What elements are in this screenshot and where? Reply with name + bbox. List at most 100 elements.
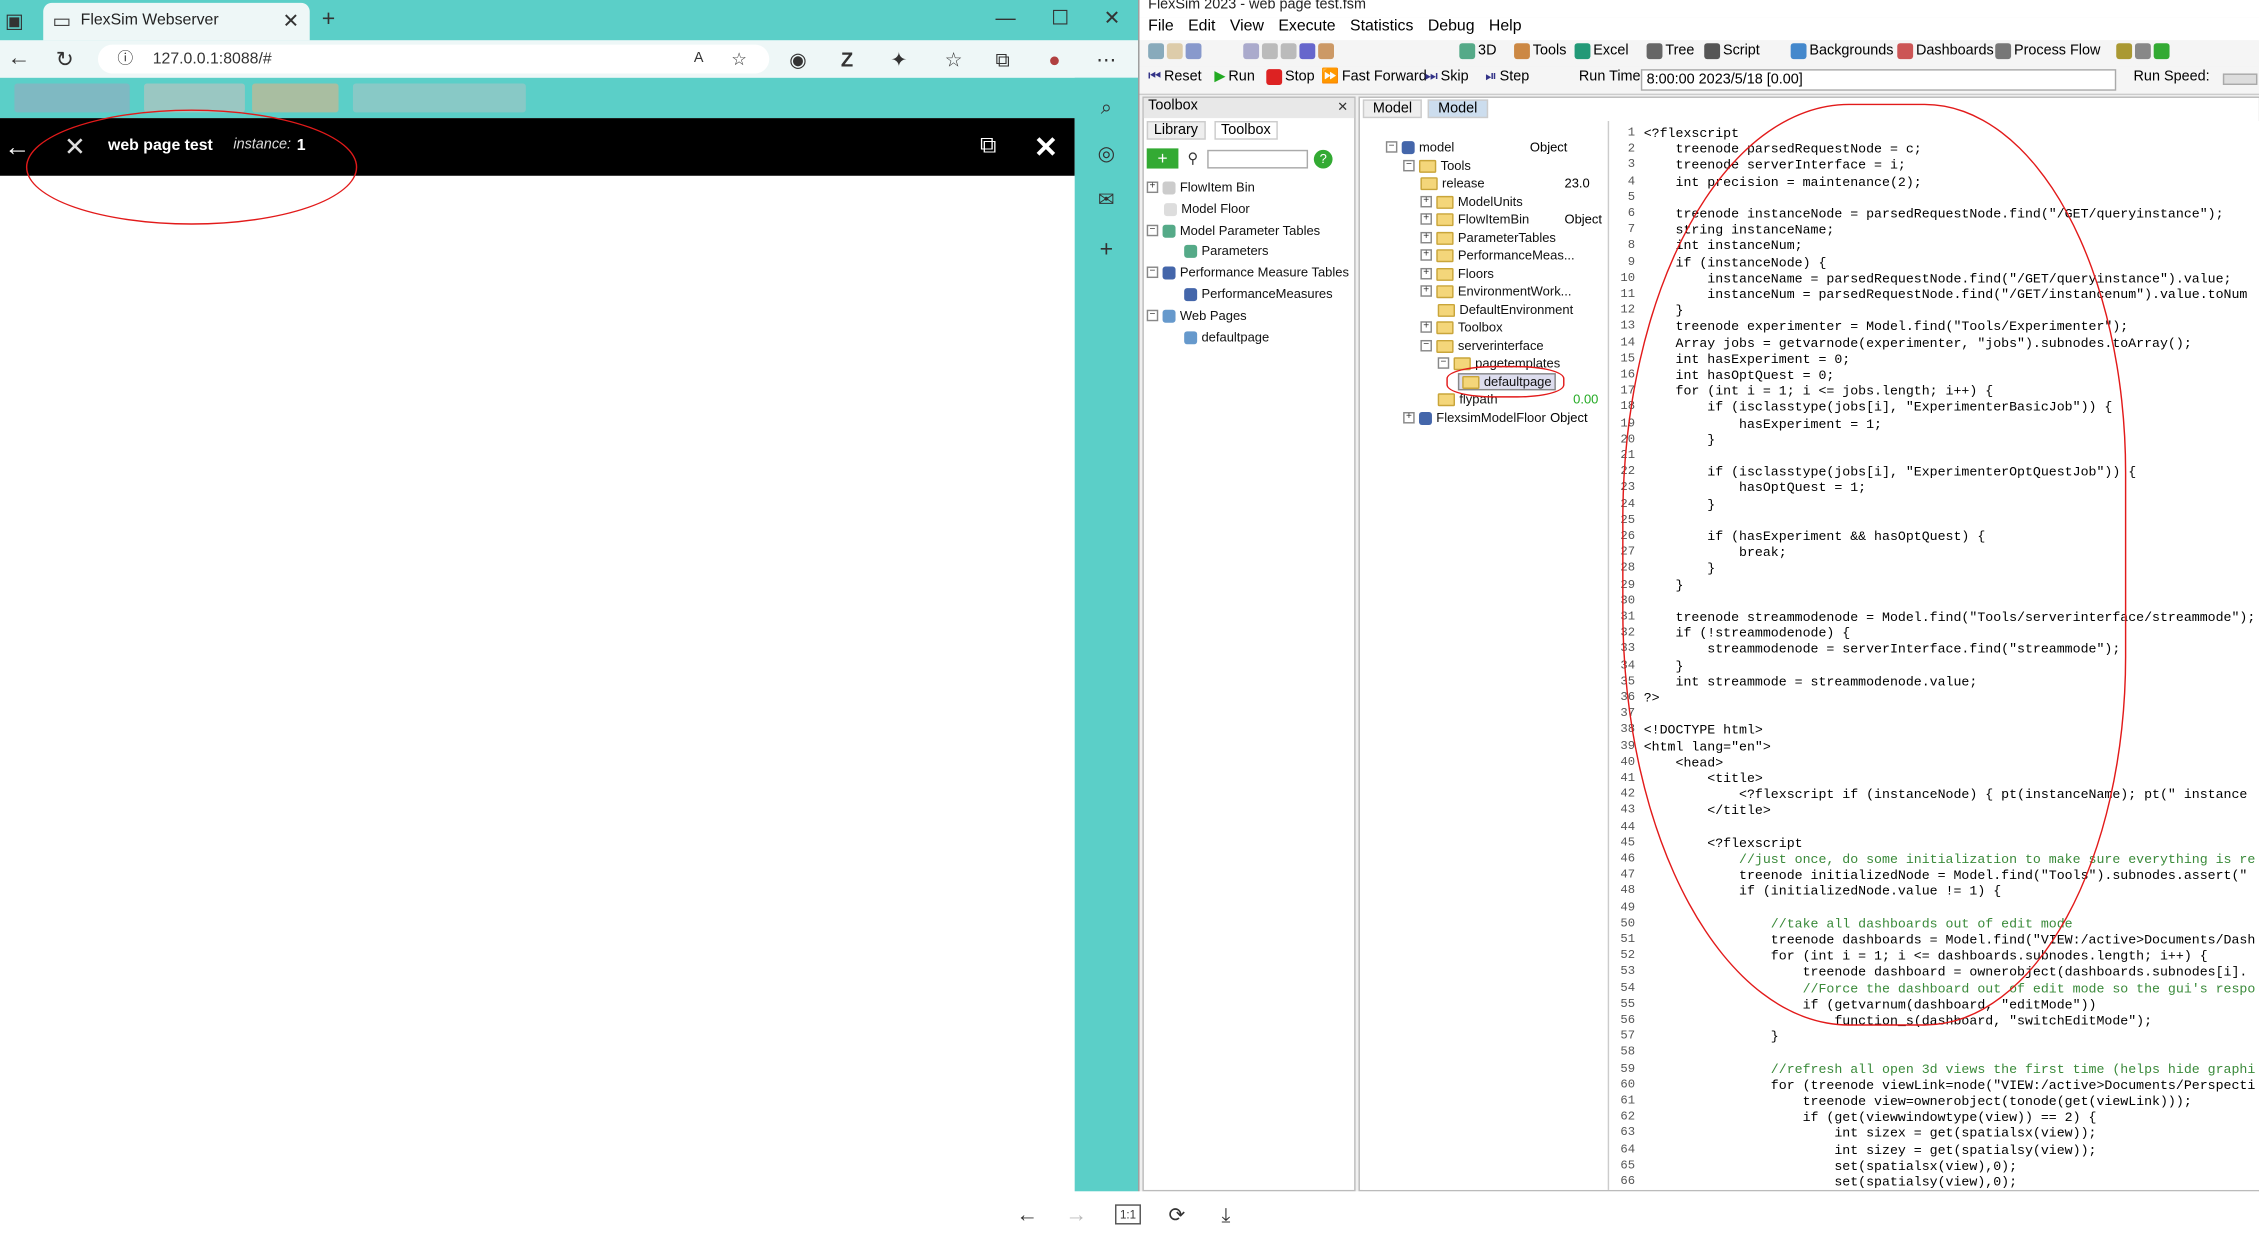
outlook-icon[interactable]: ✉ bbox=[1095, 187, 1118, 210]
run-button[interactable]: ▶ Run bbox=[1214, 69, 1254, 85]
tab-toolbox[interactable]: Toolbox bbox=[1213, 121, 1278, 140]
menu-statistics[interactable]: Statistics bbox=[1350, 17, 1413, 34]
toolbox-item[interactable]: − Web Pages bbox=[1146, 308, 1247, 323]
minimize-icon[interactable]: — bbox=[994, 6, 1017, 29]
rotate-icon[interactable]: ⟳ bbox=[1164, 1202, 1190, 1226]
download-icon[interactable]: ⤓ bbox=[1213, 1202, 1239, 1226]
tab-bar: ▣ ▭ FlexSim Webserver ✕ + — ☐ ✕ bbox=[0, 0, 1139, 41]
menu-help[interactable]: Help bbox=[1489, 17, 1522, 34]
menu-edit[interactable]: Edit bbox=[1188, 17, 1215, 34]
tree-node[interactable]: − model bbox=[1385, 140, 1454, 154]
run-time-field[interactable]: 8:00:00 2023/5/18 [0.00] bbox=[1640, 69, 2117, 91]
more-icon[interactable]: ⋯ bbox=[1095, 47, 1118, 71]
close-icon[interactable]: ✕ bbox=[1029, 131, 1064, 164]
toolbox-item[interactable]: PerformanceMeasures bbox=[1184, 287, 1333, 301]
excel-button[interactable]: Excel bbox=[1574, 43, 1629, 60]
toolbox-item[interactable]: Parameters bbox=[1184, 243, 1268, 258]
help-icon[interactable]: ? bbox=[1313, 149, 1333, 168]
code-line: hasExperiment = 1; bbox=[1643, 415, 1883, 432]
toolbox-item[interactable]: defaultpage bbox=[1184, 330, 1269, 344]
filter-input[interactable] bbox=[1207, 149, 1309, 168]
tree-node[interactable]: − Tools bbox=[1403, 158, 1471, 173]
read-aloud-icon[interactable]: A bbox=[689, 49, 709, 69]
tree-node[interactable]: − serverinterface bbox=[1420, 339, 1544, 353]
tree-node-selected[interactable]: defaultpage bbox=[1457, 373, 1556, 391]
next-icon[interactable]: → bbox=[1063, 1202, 1089, 1226]
skip-button[interactable]: ⏭ Skip bbox=[1425, 69, 1469, 85]
profile-avatar-icon[interactable]: ● bbox=[1043, 48, 1066, 71]
favorite-add-icon[interactable]: ☆ bbox=[729, 49, 749, 69]
run-speed-slider[interactable] bbox=[2222, 73, 2258, 85]
search-icon[interactable]: ⌕ bbox=[1095, 94, 1118, 118]
actual-size-button[interactable]: 1:1 bbox=[1115, 1204, 1141, 1225]
reset-button[interactable]: ⏮ Reset bbox=[1148, 69, 1201, 85]
menu-execute[interactable]: Execute bbox=[1278, 17, 1335, 34]
tab-actions-icon[interactable]: ▣ bbox=[3, 8, 26, 32]
settings-icon[interactable] bbox=[2116, 43, 2133, 60]
zotero-icon[interactable]: Z bbox=[836, 48, 859, 71]
tree-node[interactable]: + FlowItemBin bbox=[1420, 212, 1529, 226]
filter-icon[interactable]: ⚲ bbox=[1184, 148, 1201, 168]
line-number: 22 bbox=[1620, 464, 1636, 479]
tree-node[interactable]: + Toolbox bbox=[1420, 320, 1503, 334]
tree-node[interactable]: + EnvironmentWork... bbox=[1420, 284, 1572, 298]
backgrounds-button[interactable]: Backgrounds bbox=[1790, 43, 1893, 60]
help-icon[interactable] bbox=[2153, 43, 2170, 60]
tab-library[interactable]: Library bbox=[1146, 121, 1206, 140]
dashboards-label: Dashboards bbox=[1915, 43, 1994, 60]
new-tab-icon[interactable]: + bbox=[317, 7, 340, 32]
fast-forward-button[interactable]: ⏩ Fast Forward bbox=[1321, 69, 1427, 85]
add-icon[interactable]: + bbox=[1146, 148, 1179, 169]
tools-button[interactable]: Tools bbox=[1514, 43, 1566, 60]
menu-view[interactable]: View bbox=[1230, 17, 1264, 34]
tree-node[interactable]: release bbox=[1420, 176, 1485, 190]
toolbox-item[interactable]: + FlowItem Bin bbox=[1146, 180, 1255, 194]
refresh-icon[interactable]: ↻ bbox=[52, 46, 78, 72]
dashboards-button[interactable]: Dashboards bbox=[1897, 43, 1994, 60]
tree-node[interactable]: flypath bbox=[1437, 392, 1498, 406]
grid-icon[interactable] bbox=[2134, 43, 2151, 60]
collections-icon[interactable]: ⧉ bbox=[991, 47, 1014, 71]
menu-debug[interactable]: Debug bbox=[1428, 17, 1475, 34]
back-arrow-icon[interactable]: ← bbox=[3, 132, 32, 162]
tree-button[interactable]: Tree bbox=[1646, 43, 1694, 60]
menu-file[interactable]: File bbox=[1148, 17, 1174, 34]
code-editor[interactable]: 1 <?flexscript 2 treenode parsedRequestNod… bbox=[1607, 121, 2259, 1190]
close-window-icon[interactable]: ✕ bbox=[1101, 5, 1124, 29]
tab-model-3d[interactable]: Model bbox=[1362, 99, 1423, 119]
3d-button[interactable]: 3D bbox=[1459, 43, 1496, 60]
extension-icon[interactable]: ◉ bbox=[787, 47, 810, 71]
tree-node[interactable]: + ModelUnits bbox=[1420, 194, 1523, 209]
tree-node[interactable]: + ParameterTables bbox=[1420, 230, 1556, 245]
toolbox-item[interactable]: − Model Parameter Tables bbox=[1146, 223, 1320, 238]
back-icon[interactable]: ← bbox=[6, 46, 32, 72]
tree-node[interactable]: DefaultEnvironment bbox=[1437, 303, 1573, 317]
close-panel-icon[interactable]: ✕ bbox=[1335, 98, 1349, 115]
info-icon[interactable]: ⓘ bbox=[115, 49, 135, 69]
tree-node[interactable]: + PerformanceMeas... bbox=[1420, 248, 1575, 262]
script-button[interactable]: Script bbox=[1704, 43, 1760, 60]
step-button[interactable]: ⏯ Step bbox=[1485, 69, 1529, 85]
toolbox-item[interactable]: Model Floor bbox=[1164, 202, 1250, 216]
close-tab-icon[interactable]: ✕ bbox=[281, 8, 301, 31]
toolbox-item[interactable]: − Performance Measure Tables bbox=[1146, 265, 1349, 279]
code-line: for (int i = 1; i <= dashboards.subnodes… bbox=[1643, 948, 2208, 965]
url-input[interactable]: ⓘ 127.0.0.1:8088/# A ☆ bbox=[97, 44, 770, 74]
tree-node[interactable]: + FlexsimModelFloor bbox=[1403, 411, 1546, 425]
new-window-icon[interactable]: ⧉ bbox=[974, 133, 1003, 162]
stop-button[interactable]: Stop bbox=[1266, 69, 1315, 85]
browser-tab[interactable]: ▭ FlexSim Webserver ✕ bbox=[43, 2, 310, 41]
extensions-icon[interactable]: ✦ bbox=[887, 47, 910, 71]
copilot-icon[interactable]: ◎ bbox=[1095, 140, 1118, 164]
code-line: if (get(viewwindowtype(view)) == 2) { bbox=[1643, 1109, 2097, 1126]
add-icon[interactable]: + bbox=[1095, 238, 1118, 262]
tree-node[interactable]: + Floors bbox=[1420, 267, 1494, 281]
process-flow-button[interactable]: Process Flow bbox=[1995, 43, 2100, 60]
tab-model-tree[interactable]: Model bbox=[1427, 99, 1488, 119]
maximize-icon[interactable]: ☐ bbox=[1049, 5, 1072, 29]
previous-icon[interactable]: ← bbox=[1014, 1202, 1040, 1226]
favorites-icon[interactable]: ☆ bbox=[942, 47, 965, 71]
code-line: ?> bbox=[1643, 690, 1660, 706]
code-line: int streammode = streammodenode.value; bbox=[1643, 673, 1978, 690]
tree-node[interactable]: − pagetemplates bbox=[1437, 356, 1560, 370]
